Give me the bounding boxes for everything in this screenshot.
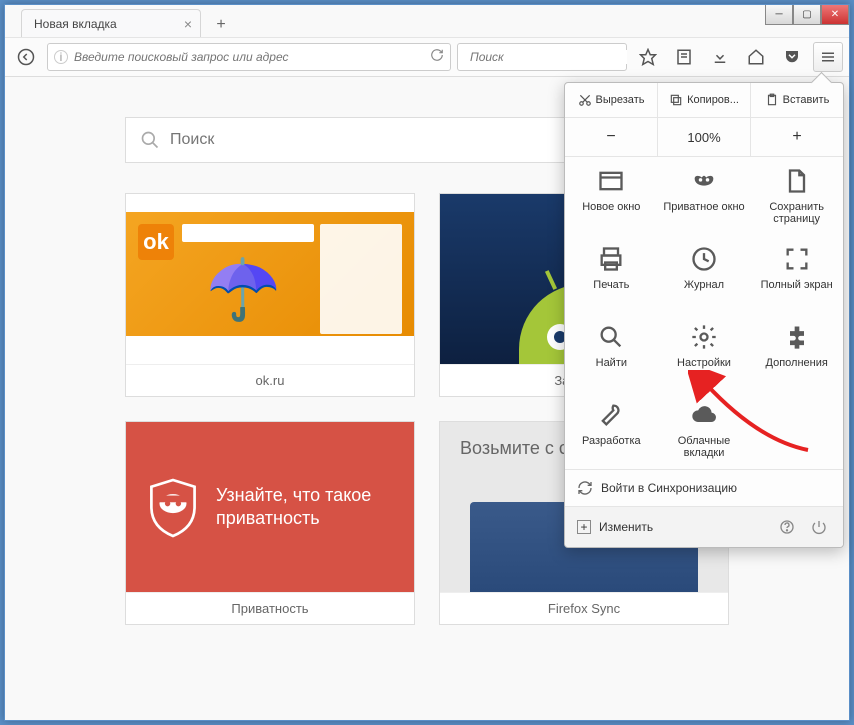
search-icon: [140, 130, 160, 150]
new-tab-button[interactable]: +: [207, 13, 235, 37]
close-tab-icon[interactable]: ×: [184, 16, 192, 32]
home-button[interactable]: [741, 42, 771, 72]
empty-slot: [750, 391, 843, 469]
new-window-button[interactable]: Новое окно: [565, 157, 658, 235]
zoom-row: − 100% +: [565, 118, 843, 157]
zoom-out-button[interactable]: −: [565, 118, 658, 156]
site-info-icon[interactable]: i: [54, 50, 68, 64]
find-button[interactable]: Найти: [565, 313, 658, 391]
tab-new[interactable]: Новая вкладка ×: [21, 9, 201, 37]
zoom-value: 100%: [658, 118, 751, 156]
history-button[interactable]: Журнал: [658, 235, 751, 313]
close-window-button[interactable]: ✕: [821, 5, 849, 25]
tile-privacy[interactable]: Узнайте, что такое приватность Приватнос…: [125, 421, 415, 625]
search-input[interactable]: [470, 50, 627, 64]
tile-preview: Узнайте, что такое приватность: [126, 422, 414, 592]
reload-icon[interactable]: [430, 48, 444, 67]
bookmark-star-button[interactable]: [633, 42, 663, 72]
search-bar[interactable]: [457, 43, 627, 71]
tab-strip: Новая вкладка × +: [5, 5, 849, 37]
tab-title: Новая вкладка: [34, 17, 117, 31]
tile-text: Узнайте, что такое приватность: [216, 484, 394, 531]
bookmarks-list-button[interactable]: [669, 42, 699, 72]
menu-button[interactable]: [813, 42, 843, 72]
paste-button[interactable]: Вставить: [751, 83, 843, 117]
settings-button[interactable]: Настройки: [658, 313, 751, 391]
customize-button[interactable]: Изменить: [599, 520, 653, 534]
addons-button[interactable]: Дополнения: [750, 313, 843, 391]
fullscreen-button[interactable]: Полный экран: [750, 235, 843, 313]
copy-button[interactable]: Копиров...: [658, 83, 751, 117]
tile-label: Приватность: [126, 592, 414, 624]
synced-tabs-button[interactable]: Облачные вкладки: [658, 391, 751, 469]
url-input[interactable]: [74, 50, 424, 64]
tile-okru[interactable]: ok ☂️ ok.ru: [125, 193, 415, 397]
cut-button[interactable]: Вырезать: [565, 83, 658, 117]
minimize-button[interactable]: ─: [765, 5, 793, 25]
help-button[interactable]: [775, 515, 799, 539]
sync-icon: [577, 480, 593, 496]
edit-row: Вырезать Копиров... Вставить: [565, 83, 843, 118]
app-menu-panel: Вырезать Копиров... Вставить − 100% + Но…: [564, 82, 844, 548]
private-window-button[interactable]: Приватное окно: [658, 157, 751, 235]
zoom-in-button[interactable]: +: [751, 118, 843, 156]
tile-preview: ok ☂️: [126, 194, 414, 364]
tile-label: Firefox Sync: [440, 592, 728, 624]
sync-signin-row[interactable]: Войти в Синхронизацию: [565, 469, 843, 506]
developer-button[interactable]: Разработка: [565, 391, 658, 469]
toolbar: i: [5, 37, 849, 77]
downloads-button[interactable]: [705, 42, 735, 72]
quit-button[interactable]: [807, 515, 831, 539]
window-controls: ─ ▢ ✕: [765, 5, 849, 25]
pocket-button[interactable]: [777, 42, 807, 72]
print-button[interactable]: Печать: [565, 235, 658, 313]
maximize-button[interactable]: ▢: [793, 5, 821, 25]
menu-grid: Новое окно Приватное окно Сохранить стра…: [565, 157, 843, 469]
url-bar[interactable]: i: [47, 43, 451, 71]
tile-label: ok.ru: [126, 364, 414, 396]
back-button[interactable]: [11, 42, 41, 72]
plus-icon: +: [577, 520, 591, 534]
menu-footer: + Изменить: [565, 506, 843, 547]
save-page-button[interactable]: Сохранить страницу: [750, 157, 843, 235]
